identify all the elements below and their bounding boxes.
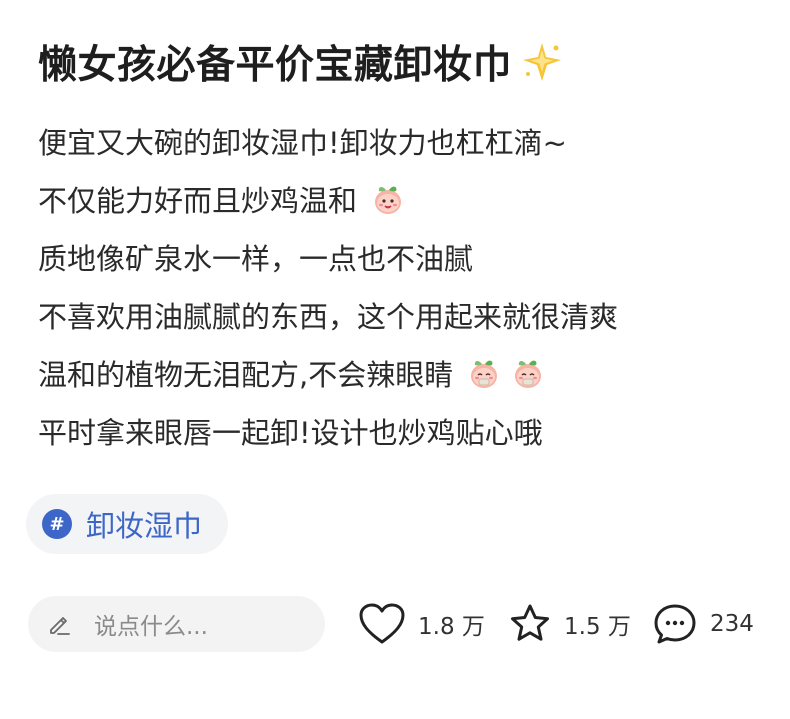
peach-blush-emoji-icon [471, 360, 498, 388]
body-line: 质地像矿泉水一样，一点也不油腻 [38, 228, 778, 286]
body-line: 温和的植物无泪配方,不会辣眼睛 [38, 344, 778, 402]
post-title: 懒女孩必备平价宝藏卸妆巾 [38, 43, 513, 88]
comment-placeholder: 说点什么... [94, 614, 208, 640]
favorite-count: 1.5 万 [564, 614, 631, 640]
post-title-row: 懒女孩必备平价宝藏卸妆巾 [38, 30, 564, 94]
comment-count: 234 [710, 611, 754, 637]
body-line-text: 不喜欢用油腻腻的东西，这个用起来就很清爽 [38, 300, 619, 334]
body-line-text: 平时拿来眼唇一起卸!设计也炒鸡贴心哦 [38, 416, 543, 450]
like-count: 1.8 万 [418, 614, 485, 640]
comment-bubble-icon [654, 604, 696, 644]
post-body: 便宜又大碗的卸妆湿巾!卸妆力也杠杠滴~ 不仅能力好而且炒鸡温和 质地像矿泉水一样… [38, 112, 778, 460]
pencil-icon [50, 617, 70, 635]
like-button[interactable]: 1.8 万 [358, 596, 485, 652]
sparkle-star-icon [523, 43, 562, 81]
peach-blush-emoji-icon [515, 360, 542, 388]
favorite-button[interactable]: 1.5 万 [508, 596, 631, 652]
star-icon [511, 604, 549, 641]
topic-tag-label: 卸妆湿巾 [86, 509, 203, 543]
body-line: 平时拿来眼唇一起卸!设计也炒鸡贴心哦 [38, 402, 778, 460]
body-line-text: 质地像矿泉水一样，一点也不油腻 [38, 242, 474, 276]
peach-cheers-emoji-icon [375, 186, 402, 214]
body-line: 便宜又大碗的卸妆湿巾!卸妆力也杠杠滴~ [38, 112, 778, 170]
comment-input[interactable]: 说点什么... [28, 596, 325, 652]
body-line-text: 温和的植物无泪配方,不会辣眼睛 [38, 358, 454, 392]
topic-tag[interactable]: # 卸妆湿巾 [26, 494, 229, 554]
body-line: 不仅能力好而且炒鸡温和 [38, 170, 778, 228]
hashtag-icon: # [42, 509, 72, 539]
engagement-bar: 说点什么... 1.8 万 1.5 万 234 [0, 596, 790, 654]
body-line: 不喜欢用油腻腻的东西，这个用起来就很清爽 [38, 286, 778, 344]
heart-icon [359, 603, 405, 644]
comment-button[interactable]: 234 [652, 596, 754, 652]
body-line-text: 不仅能力好而且炒鸡温和 [38, 184, 358, 218]
body-line-text: 便宜又大碗的卸妆湿巾!卸妆力也杠杠滴~ [38, 126, 567, 160]
